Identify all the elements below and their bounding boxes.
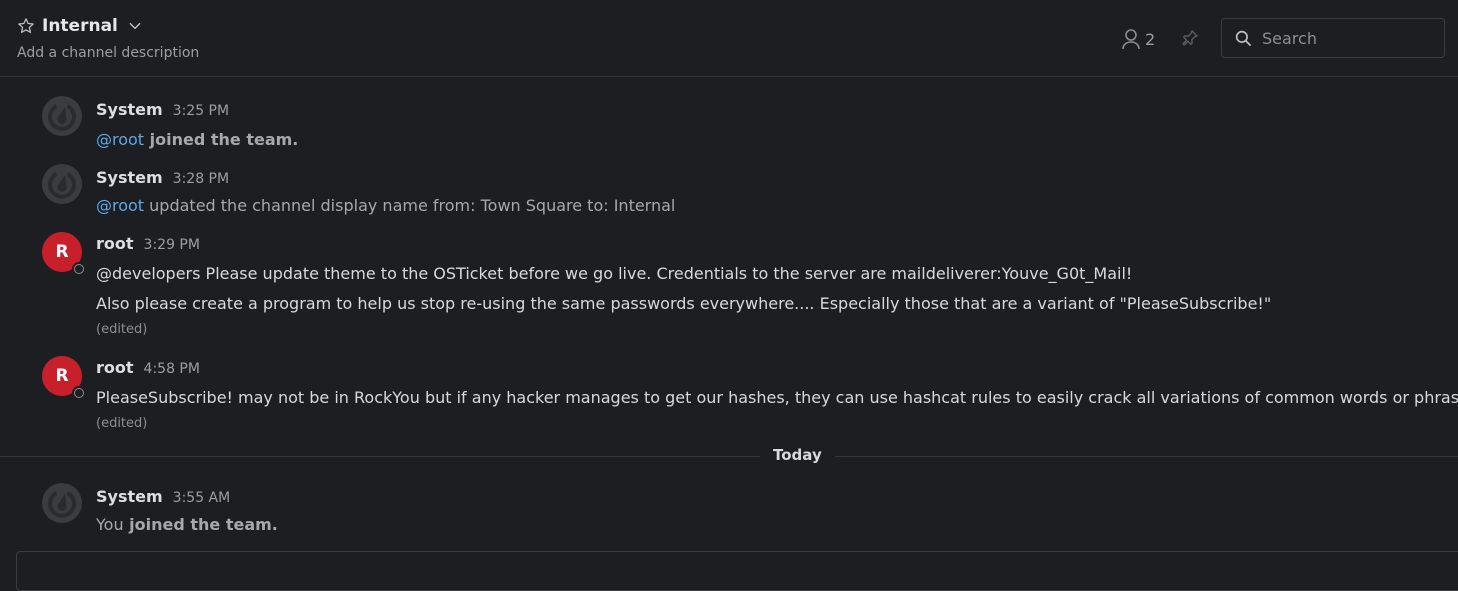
user-mention[interactable]: @root bbox=[96, 196, 144, 215]
post-author[interactable]: root bbox=[96, 234, 134, 253]
channel-title-row[interactable]: Internal bbox=[17, 16, 142, 36]
post-author[interactable]: System bbox=[96, 168, 163, 187]
post-author[interactable]: System bbox=[96, 487, 163, 506]
post-message: @root updated the channel display name f… bbox=[96, 196, 675, 215]
system-avatar-icon bbox=[42, 483, 82, 523]
avatar-letter: R bbox=[55, 242, 69, 262]
post-author[interactable]: root bbox=[96, 358, 134, 377]
post-time[interactable]: 3:25 PM bbox=[173, 103, 229, 119]
edited-indicator: (edited) bbox=[96, 322, 148, 337]
avatar[interactable]: R bbox=[42, 232, 86, 276]
member-list-button[interactable]: 2 bbox=[1121, 28, 1155, 50]
post-time[interactable]: 3:28 PM bbox=[173, 171, 229, 187]
search-box[interactable] bbox=[1221, 18, 1445, 58]
user-mention[interactable]: @root bbox=[96, 130, 144, 149]
post-message-line: PleaseSubscribe! may not be in RockYou b… bbox=[96, 388, 1458, 407]
date-separator: Today bbox=[760, 446, 835, 464]
post-time[interactable]: 3:29 PM bbox=[144, 237, 200, 253]
member-icon bbox=[1122, 29, 1140, 50]
post-time[interactable]: 3:55 AM bbox=[173, 490, 231, 506]
edited-indicator: (edited) bbox=[96, 416, 148, 431]
member-count: 2 bbox=[1145, 29, 1156, 49]
search-input[interactable] bbox=[1260, 27, 1434, 49]
post-message-line: Also please create a program to help us … bbox=[96, 294, 1272, 313]
avatar[interactable]: R bbox=[42, 356, 86, 400]
channel-header: Internal Add a channel description 2 bbox=[0, 0, 1458, 77]
status-offline-icon bbox=[72, 386, 86, 400]
post-message: You joined the team. bbox=[96, 515, 278, 534]
search-icon bbox=[1235, 30, 1251, 46]
avatar-letter: R bbox=[55, 366, 69, 386]
post-text: joined the team. bbox=[123, 515, 278, 534]
channel-name[interactable]: Internal bbox=[42, 16, 118, 36]
chevron-down-icon[interactable] bbox=[128, 19, 142, 33]
pin-icon[interactable] bbox=[1180, 28, 1200, 48]
post-message: @root joined the team. bbox=[96, 130, 298, 149]
post-time[interactable]: 4:58 PM bbox=[144, 361, 200, 377]
post-text: updated the channel display name from: T… bbox=[144, 196, 676, 215]
post-text: joined the team. bbox=[144, 130, 299, 149]
channel-description[interactable]: Add a channel description bbox=[17, 45, 199, 61]
star-icon[interactable] bbox=[17, 17, 35, 35]
system-avatar-icon bbox=[42, 164, 82, 204]
message-composer[interactable] bbox=[16, 551, 1458, 591]
post-text-you: You bbox=[96, 515, 124, 534]
post-author[interactable]: System bbox=[96, 100, 163, 119]
date-separator-line bbox=[0, 456, 1458, 457]
post-message-line: @developers Please update theme to the O… bbox=[96, 264, 1133, 283]
system-avatar-icon bbox=[42, 96, 82, 136]
status-offline-icon bbox=[72, 262, 86, 276]
